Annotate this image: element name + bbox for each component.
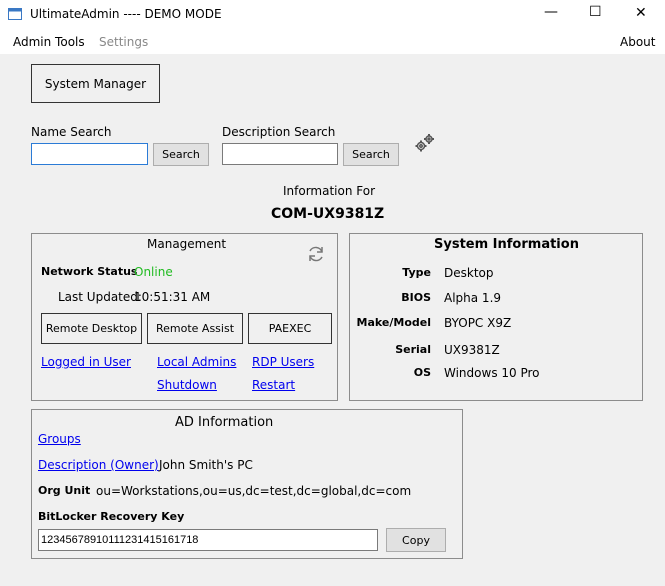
computer-name: COM-UX9381Z — [271, 206, 385, 222]
bios-value: Alpha 1.9 — [444, 291, 502, 305]
org-unit-value: ou=Workstations,ou=us,dc=test,dc=global,… — [96, 484, 412, 498]
last-updated-label: Last Updated: — [58, 290, 142, 304]
title-bar: UltimateAdmin ---- DEMO MODE — ☐ ✕ — [0, 0, 665, 30]
shutdown-link[interactable]: Shutdown — [157, 378, 217, 392]
name-search-input[interactable] — [31, 143, 148, 165]
app-icon — [8, 8, 22, 20]
maximize-button[interactable]: ☐ — [589, 4, 602, 20]
org-unit-label: Org Unit — [38, 484, 91, 497]
ad-information-title: AD Information — [175, 415, 274, 430]
system-manager-button[interactable]: System Manager — [31, 64, 160, 103]
make-model-value: BYOPC X9Z — [444, 316, 512, 330]
system-information-panel: System Information Type Desktop BIOS Alp… — [349, 233, 643, 401]
local-admins-link[interactable]: Local Admins — [157, 355, 236, 369]
remote-desktop-button[interactable]: Remote Desktop — [41, 313, 142, 344]
os-label: OS — [413, 366, 431, 379]
minimize-button[interactable]: — — [544, 4, 558, 20]
system-information-title: System Information — [434, 237, 579, 252]
name-search-label: Name Search — [31, 125, 112, 139]
copy-button[interactable]: Copy — [386, 528, 446, 552]
logged-in-user-link[interactable]: Logged in User — [41, 355, 131, 369]
ad-information-panel: AD Information Groups Description (Owner… — [31, 409, 463, 559]
management-title: Management — [147, 237, 227, 251]
refresh-icon[interactable] — [306, 244, 326, 264]
restart-link[interactable]: Restart — [252, 378, 295, 392]
network-status-label: Network Status — [41, 265, 138, 278]
type-label: Type — [402, 266, 431, 279]
gears-icon[interactable] — [413, 132, 437, 154]
description-owner-value: John Smith's PC — [159, 458, 253, 472]
network-status-value: Online — [134, 265, 173, 279]
management-panel: Management Network Status Online Last Up… — [31, 233, 338, 401]
serial-label: Serial — [395, 343, 431, 356]
information-for-label: Information For — [283, 184, 376, 198]
remote-assist-button[interactable]: Remote Assist — [147, 313, 243, 344]
make-model-label: Make/Model — [356, 316, 431, 329]
bitlocker-key-field[interactable] — [38, 529, 378, 551]
os-value: Windows 10 Pro — [444, 366, 540, 380]
description-owner-link[interactable]: Description (Owner) — [38, 458, 159, 472]
groups-link[interactable]: Groups — [38, 432, 81, 446]
rdp-users-link[interactable]: RDP Users — [252, 355, 314, 369]
bitlocker-label: BitLocker Recovery Key — [38, 510, 185, 523]
serial-value: UX9381Z — [444, 343, 500, 357]
window-title: UltimateAdmin ---- DEMO MODE — [30, 7, 222, 21]
close-button[interactable]: ✕ — [635, 5, 647, 21]
paexec-button[interactable]: PAEXEC — [248, 313, 332, 344]
description-search-button[interactable]: Search — [343, 143, 399, 166]
description-search-input[interactable] — [222, 143, 338, 165]
type-value: Desktop — [444, 266, 494, 280]
menu-bar: Admin Tools Settings About — [0, 30, 665, 54]
name-search-button[interactable]: Search — [153, 143, 209, 166]
menu-admin-tools[interactable]: Admin Tools — [13, 35, 85, 49]
bios-label: BIOS — [401, 291, 431, 304]
description-search-label: Description Search — [222, 125, 336, 139]
menu-about[interactable]: About — [620, 35, 655, 49]
menu-settings[interactable]: Settings — [99, 35, 148, 49]
last-updated-value: 10:51:31 AM — [134, 290, 211, 304]
